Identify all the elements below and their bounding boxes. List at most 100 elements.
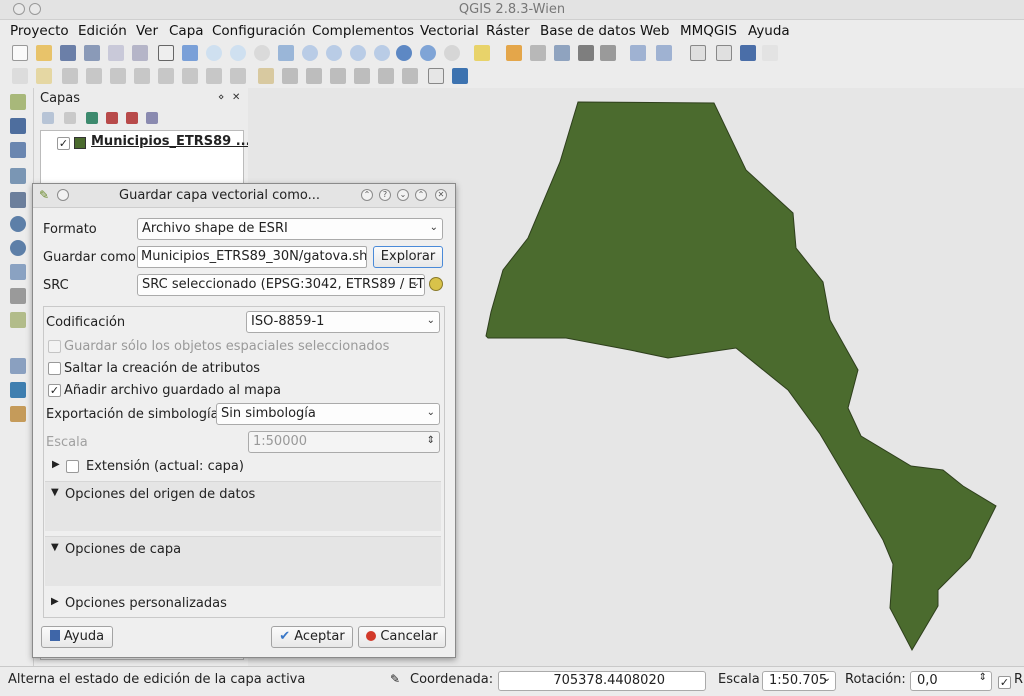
- current-edits-icon[interactable]: [12, 68, 28, 84]
- help-button[interactable]: Ayuda: [41, 626, 113, 648]
- identify-icon[interactable]: [420, 45, 436, 61]
- dialog-minimize-icon[interactable]: ⌄: [397, 189, 409, 201]
- new-project-icon[interactable]: [12, 45, 28, 61]
- panel-float-icon[interactable]: ⋄: [218, 92, 224, 103]
- copy-features-icon[interactable]: [206, 68, 222, 84]
- dialog-help-icon[interactable]: ?: [379, 189, 391, 201]
- crs-selector-icon[interactable]: [429, 277, 443, 291]
- menu-ver[interactable]: Ver: [136, 23, 158, 39]
- extent-checkbox[interactable]: [66, 460, 79, 473]
- datasource-options-collapse-icon[interactable]: ▼: [51, 487, 59, 498]
- help-contents-icon[interactable]: [740, 45, 756, 61]
- toggle-extents-icon[interactable]: ✎: [390, 672, 400, 686]
- menu-web[interactable]: Web: [640, 23, 669, 39]
- menu-ayuda[interactable]: Ayuda: [748, 23, 790, 39]
- datasource-options-label[interactable]: Opciones del origen de datos: [65, 487, 255, 502]
- cut-features-icon[interactable]: [182, 68, 198, 84]
- save-edits-icon[interactable]: [62, 68, 78, 84]
- extent-expand-icon[interactable]: ▶: [52, 459, 60, 470]
- add-delimited-text-icon[interactable]: [10, 288, 26, 304]
- pan-to-selection-icon[interactable]: [182, 45, 198, 61]
- zoom-to-layer-icon[interactable]: [326, 45, 342, 61]
- menu-base-de-datos[interactable]: Base de datos: [540, 23, 636, 39]
- menu-vectorial[interactable]: Vectorial: [420, 23, 479, 39]
- zoom-native-icon[interactable]: [254, 45, 270, 61]
- zoom-full-icon[interactable]: [278, 45, 294, 61]
- change-label-icon[interactable]: [378, 68, 394, 84]
- zoom-last-icon[interactable]: [350, 45, 366, 61]
- text-annotation-icon[interactable]: [716, 45, 732, 61]
- src-combo[interactable]: SRC seleccionado (EPSG:3042, ETRS89 / ET…: [137, 274, 425, 296]
- menu-mmqgis[interactable]: MMQGIS: [680, 23, 737, 39]
- add-raster-icon[interactable]: [10, 118, 26, 134]
- remove-layer-icon[interactable]: [146, 112, 158, 124]
- custom-options-expand-icon[interactable]: ▶: [51, 596, 59, 607]
- new-spatialite-layer-icon[interactable]: [10, 358, 26, 374]
- zoom-next-icon[interactable]: [374, 45, 390, 61]
- toggle-editing-icon[interactable]: [36, 68, 52, 84]
- pin-labels-icon[interactable]: [282, 68, 298, 84]
- python-icon[interactable]: [452, 68, 468, 84]
- menu-complementos[interactable]: Complementos: [312, 23, 414, 39]
- menu-proyecto[interactable]: Proyecto: [10, 23, 69, 39]
- zoom-out-icon[interactable]: [230, 45, 246, 61]
- add-group-icon[interactable]: [42, 112, 54, 124]
- statistics-icon[interactable]: [600, 45, 616, 61]
- map-tips-icon[interactable]: [444, 45, 460, 61]
- expression-select-icon[interactable]: [530, 45, 546, 61]
- municipality-polygon[interactable]: [485, 101, 997, 652]
- coordinate-field[interactable]: 705378.4408020: [498, 671, 706, 691]
- whats-this-icon[interactable]: [762, 45, 778, 61]
- show-labels-icon[interactable]: [306, 68, 322, 84]
- layer-name[interactable]: Municipios_ETRS89 ...: [91, 134, 251, 149]
- save-as-field[interactable]: Municipios_ETRS89_30N/gatova.shp: [137, 246, 367, 268]
- attribute-table-icon[interactable]: [554, 45, 570, 61]
- refresh-icon[interactable]: [396, 45, 412, 61]
- add-wfs-icon[interactable]: [10, 264, 26, 280]
- symbology-combo[interactable]: Sin simbología ⌄: [216, 403, 440, 425]
- save-project-icon[interactable]: [60, 45, 76, 61]
- scale-option-field[interactable]: 1:50000 ⇕: [248, 431, 440, 453]
- collapse-all-icon[interactable]: [126, 112, 138, 124]
- save-as-icon[interactable]: [84, 45, 100, 61]
- only-selected-checkbox[interactable]: [48, 340, 61, 353]
- delete-selected-icon[interactable]: [158, 68, 174, 84]
- add-feature-icon[interactable]: [86, 68, 102, 84]
- add-mssql-icon[interactable]: [10, 192, 26, 208]
- layer-options-collapse-icon[interactable]: ▼: [51, 542, 59, 553]
- render-checkbox[interactable]: ✓: [998, 676, 1011, 689]
- rotation-field[interactable]: 0,0 ⇕: [910, 671, 992, 691]
- open-project-icon[interactable]: [36, 45, 52, 61]
- measure-icon[interactable]: [630, 45, 646, 61]
- zoom-in-icon[interactable]: [206, 45, 222, 61]
- print-composer-icon[interactable]: [108, 45, 124, 61]
- dialog-close-icon[interactable]: ✕: [435, 189, 447, 201]
- cancel-button[interactable]: Cancelar: [358, 626, 446, 648]
- custom-options-label[interactable]: Opciones personalizadas: [65, 596, 227, 611]
- diagram-icon[interactable]: [402, 68, 418, 84]
- gps-icon[interactable]: [10, 406, 26, 422]
- move-feature-icon[interactable]: [110, 68, 126, 84]
- accept-button[interactable]: ✔ Aceptar: [271, 626, 353, 648]
- menu-raster[interactable]: Ráster: [486, 23, 530, 39]
- dialog-maximize-icon[interactable]: ⌃: [415, 189, 427, 201]
- new-shapefile-icon[interactable]: [10, 312, 26, 328]
- move-label-icon[interactable]: [330, 68, 346, 84]
- expand-all-icon[interactable]: [106, 112, 118, 124]
- add-wms-icon[interactable]: [10, 216, 26, 232]
- layer-options-label[interactable]: Opciones de capa: [65, 542, 181, 557]
- zoom-to-selection-icon[interactable]: [302, 45, 318, 61]
- label-icon[interactable]: [258, 68, 274, 84]
- annotation-icon[interactable]: [690, 45, 706, 61]
- skip-attributes-checkbox[interactable]: [48, 362, 61, 375]
- node-tool-icon[interactable]: [134, 68, 150, 84]
- layer-visibility-checkbox[interactable]: ✓: [57, 137, 70, 150]
- field-calculator-icon[interactable]: [578, 45, 594, 61]
- csv-icon[interactable]: [428, 68, 444, 84]
- browse-button[interactable]: Explorar: [373, 246, 443, 268]
- add-postgis-icon[interactable]: [10, 142, 26, 158]
- pan-icon[interactable]: [158, 45, 174, 61]
- rotate-label-icon[interactable]: [354, 68, 370, 84]
- format-combo[interactable]: Archivo shape de ESRI ⌄: [137, 218, 443, 240]
- deselect-icon[interactable]: [506, 45, 522, 61]
